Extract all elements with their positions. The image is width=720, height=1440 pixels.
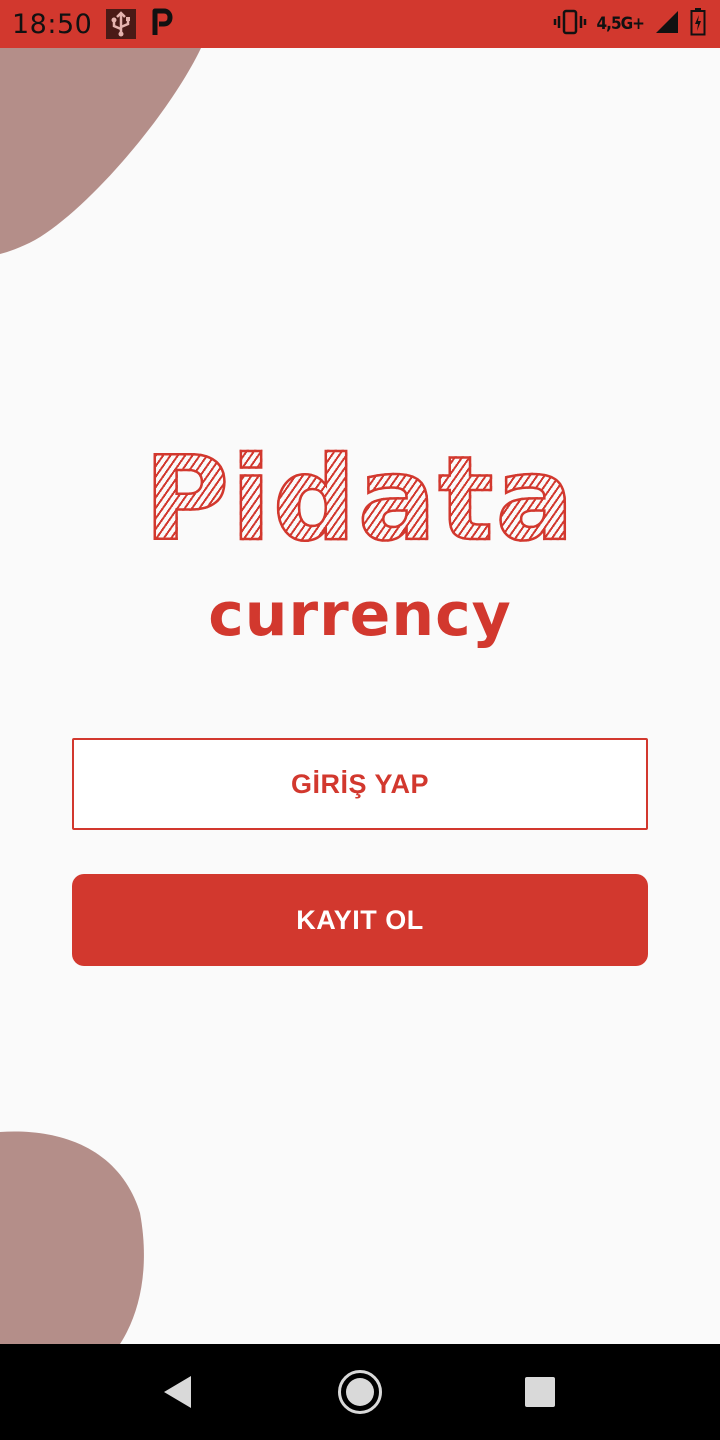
app-logo: Pidata currency	[0, 432, 720, 650]
parking-app-icon	[150, 7, 176, 42]
usb-icon	[106, 9, 137, 39]
back-button[interactable]	[130, 1344, 226, 1440]
login-button[interactable]: GİRİŞ YAP	[72, 738, 648, 830]
home-icon	[338, 1370, 382, 1414]
vibrate-icon	[553, 9, 587, 40]
register-button[interactable]: KAYIT OL	[72, 874, 648, 966]
status-right: 4,5G+	[553, 7, 706, 41]
back-icon	[164, 1376, 191, 1408]
status-bar: 18:50 4,5G+	[0, 0, 720, 48]
network-type-label: 4,5G+	[596, 14, 645, 34]
home-button[interactable]	[312, 1344, 408, 1440]
navigation-bar	[0, 1344, 720, 1440]
logo-subtitle: currency	[208, 580, 512, 650]
register-button-label: KAYIT OL	[296, 904, 424, 935]
login-button-label: GİRİŞ YAP	[290, 768, 430, 799]
status-time: 18:50	[12, 8, 93, 40]
status-left: 18:50	[12, 7, 176, 42]
recents-button[interactable]	[492, 1344, 588, 1440]
logo-title: Pidata	[143, 432, 576, 567]
decorative-blob-top	[0, 48, 201, 254]
recents-icon	[525, 1377, 555, 1407]
battery-charging-icon	[690, 7, 706, 41]
decorative-blob-bottom	[0, 1131, 144, 1344]
signal-icon	[654, 9, 680, 40]
